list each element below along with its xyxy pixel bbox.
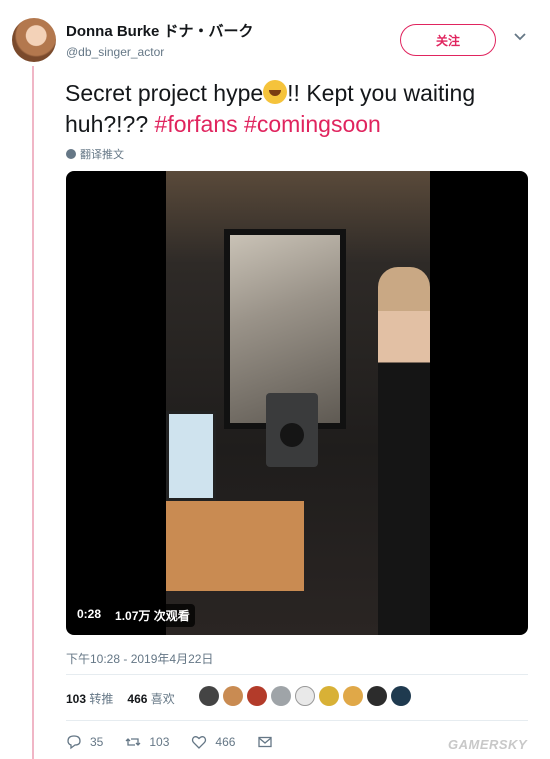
thread-line <box>32 66 34 759</box>
liker-avatar[interactable] <box>223 686 243 706</box>
video-scene-person <box>378 267 430 635</box>
translate-tweet-link[interactable]: 翻译推文 <box>66 146 124 162</box>
hashtag-link[interactable]: #forfans <box>155 111 238 137</box>
liker-avatar[interactable] <box>391 686 411 706</box>
liker-avatar[interactable] <box>295 686 315 706</box>
retweet-button[interactable]: 103 <box>125 734 169 750</box>
like-count: 466 <box>215 735 236 749</box>
tweet-actions: 35 103 466 <box>66 734 295 750</box>
divider <box>66 674 528 675</box>
liker-avatar[interactable] <box>343 686 363 706</box>
video-badges: 0:28 1.07万 次观看 <box>72 604 195 627</box>
retweets-label: 转推 <box>89 692 114 706</box>
user-handle[interactable]: @db_singer_actor <box>66 45 254 59</box>
translate-label: 翻译推文 <box>80 149 124 161</box>
tweet-stats: 103 转推 466 喜欢 <box>66 690 175 707</box>
chevron-down-icon[interactable] <box>512 28 528 44</box>
avatar[interactable] <box>12 18 56 62</box>
heart-icon <box>192 736 207 749</box>
liker-avatar[interactable] <box>199 686 219 706</box>
retweet-icon <box>125 738 141 746</box>
retweets-count: 103 <box>66 692 87 706</box>
tweet-text-part: Secret project hype <box>65 80 264 106</box>
liker-avatar[interactable] <box>247 686 267 706</box>
likes-stat[interactable]: 466 喜欢 <box>127 690 174 707</box>
liker-avatars <box>199 686 411 706</box>
tweet-header: Donna Burke ドナ・バーク @db_singer_actor 关注 <box>12 14 538 66</box>
likes-count: 466 <box>127 692 148 706</box>
reply-icon <box>67 735 81 750</box>
video-scene-monitor <box>166 411 216 501</box>
liker-avatar[interactable] <box>271 686 291 706</box>
liker-avatar[interactable] <box>367 686 387 706</box>
video-player[interactable]: 0:28 1.07万 次观看 <box>66 171 528 635</box>
like-button[interactable]: 466 <box>191 734 235 750</box>
user-names: Donna Burke ドナ・バーク @db_singer_actor <box>66 20 254 59</box>
direct-message-button[interactable] <box>257 734 273 750</box>
rolling-on-floor-laughing-icon <box>263 80 288 104</box>
display-name[interactable]: Donna Burke ドナ・バーク <box>66 20 254 41</box>
video-scene-speaker <box>266 393 318 467</box>
video-duration: 0:28 <box>72 604 107 627</box>
video-scene-desk <box>166 501 304 591</box>
reply-count: 35 <box>90 735 104 749</box>
envelope-icon <box>258 736 273 748</box>
follow-button[interactable]: 关注 <box>400 24 496 56</box>
tweet-timestamp[interactable]: 下午10:28 - 2019年4月22日 <box>66 650 213 667</box>
tweet-text: Secret project hype!! Kept you waiting h… <box>65 78 535 140</box>
retweet-count: 103 <box>149 735 170 749</box>
video-frame <box>166 171 430 635</box>
retweets-stat[interactable]: 103 转推 <box>66 690 113 707</box>
hashtag-link[interactable]: #comingsoon <box>244 111 381 137</box>
watermark: GAMERSKY <box>448 737 528 752</box>
reply-button[interactable]: 35 <box>66 734 103 750</box>
divider <box>66 720 528 721</box>
liker-avatar[interactable] <box>319 686 339 706</box>
globe-icon <box>66 149 76 159</box>
video-views: 1.07万 次观看 <box>110 604 195 627</box>
likes-label: 喜欢 <box>150 692 175 706</box>
